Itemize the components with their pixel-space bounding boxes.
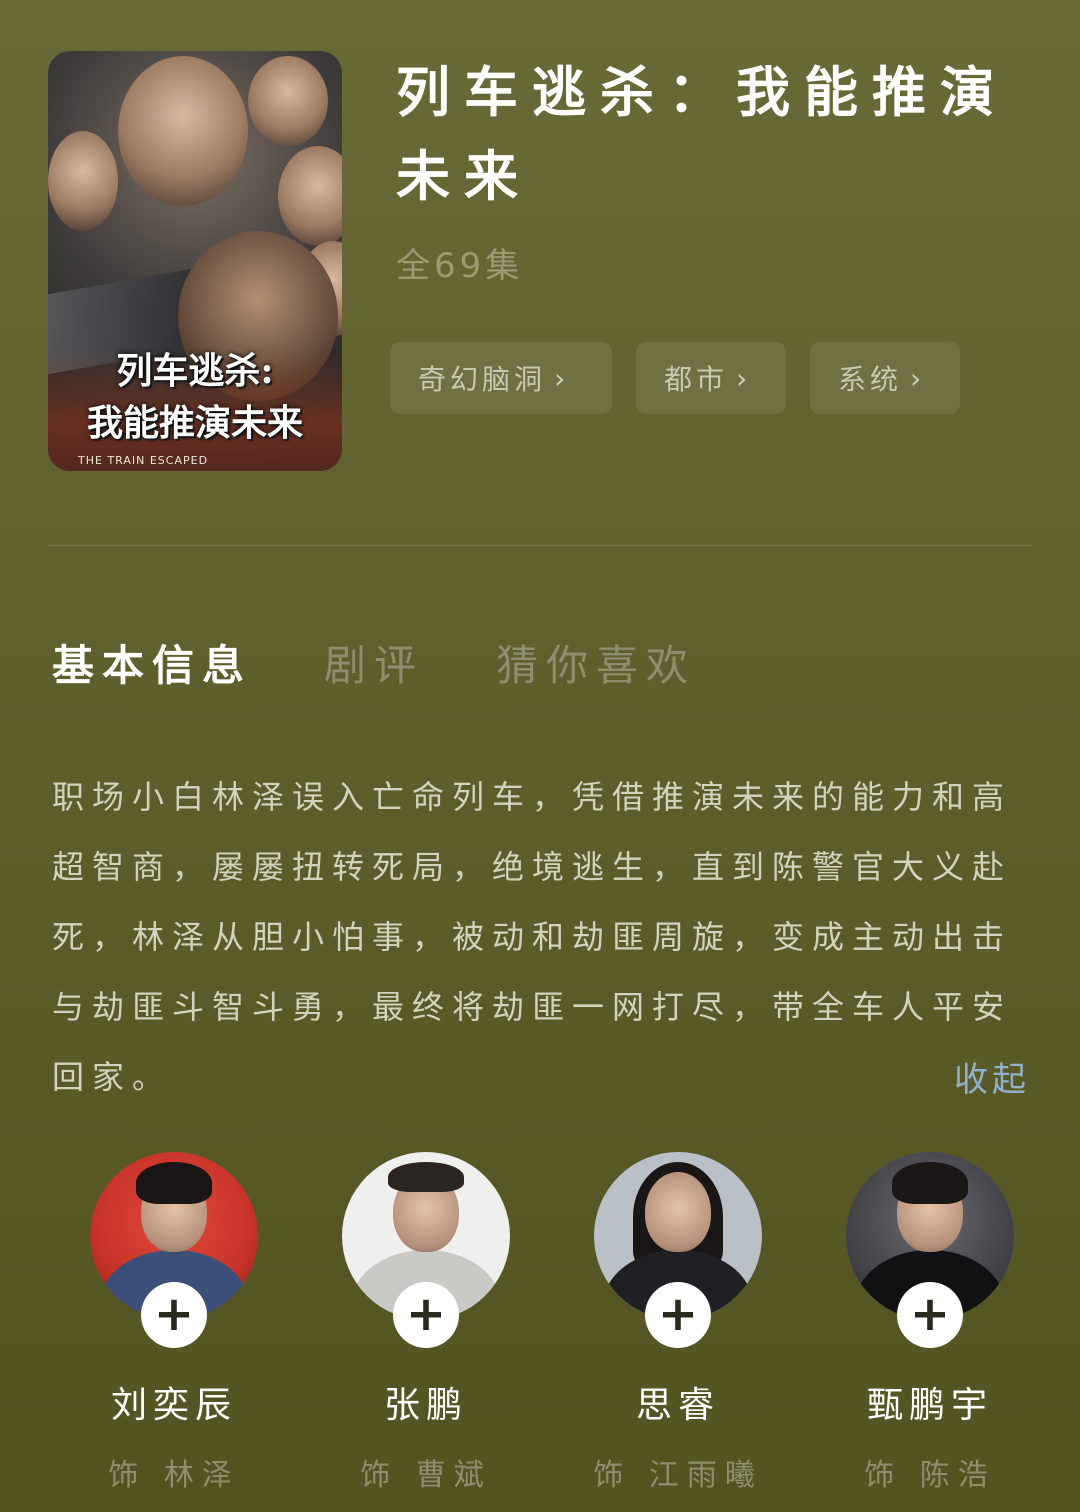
poster-image[interactable]: 列车逃杀: 我能推演未来 THE TRAIN ESCAPED	[48, 51, 342, 471]
avatar-head	[645, 1172, 711, 1252]
poster-figure	[48, 131, 118, 231]
plus-icon[interactable]: +	[897, 1282, 963, 1348]
poster-title-line2: 我能推演未来	[86, 402, 303, 444]
cast-name: 刘奕辰	[110, 1385, 237, 1426]
cast-role: 饰 江雨曦	[593, 1458, 763, 1493]
plus-icon[interactable]: +	[141, 1282, 207, 1348]
tag-list: 奇幻脑洞 › 都市 › 系统 ›	[390, 342, 960, 414]
poster-figure	[118, 56, 248, 206]
tab-reviews[interactable]: 剧评	[324, 632, 424, 693]
poster-figure	[248, 56, 328, 146]
tag-urban[interactable]: 都市 ›	[636, 342, 786, 414]
synopsis-text: 职场小白林泽误入亡命列车，凭借推演未来的能力和高超智商，屡屡扭转死局，绝境逃生，…	[52, 778, 1013, 1096]
collapse-button[interactable]: 收起	[954, 1052, 1030, 1101]
plus-icon[interactable]: +	[645, 1282, 711, 1348]
poster-title-line1: 列车逃杀:	[116, 350, 274, 392]
cast-name: 甄鹏宇	[866, 1385, 993, 1426]
drama-title: 列车逃杀：我能推演未来	[396, 60, 1008, 208]
cast-member[interactable]: + 张鹏 饰 曹斌	[300, 1152, 552, 1494]
tag-label: 奇幻脑洞	[418, 363, 547, 396]
cast-role: 饰 林泽	[108, 1458, 240, 1493]
plus-icon[interactable]: +	[393, 1282, 459, 1348]
tag-label: 都市	[664, 363, 729, 396]
avatar-hair	[136, 1162, 212, 1204]
cast-name: 张鹏	[383, 1385, 468, 1426]
tag-fantasy[interactable]: 奇幻脑洞 ›	[390, 342, 612, 414]
chevron-right-icon: ›	[554, 361, 570, 395]
tag-label: 系统	[838, 363, 903, 396]
cast-member[interactable]: + 甄鹏宇 饰 陈浩	[804, 1152, 1056, 1494]
cast-role: 饰 陈浩	[864, 1458, 996, 1493]
chevron-right-icon: ›	[736, 361, 752, 395]
tab-recommendations[interactable]: 猜你喜欢	[496, 632, 696, 693]
tab-basic-info[interactable]: 基本信息	[52, 632, 252, 693]
poster-title: 列车逃杀: 我能推演未来	[66, 345, 324, 449]
cast-role: 饰 曹斌	[360, 1458, 492, 1493]
chevron-right-icon: ›	[910, 361, 926, 395]
cast-list: + 刘奕辰 饰 林泽 + 张鹏 饰 曹斌 + 思睿 饰 江雨曦 + 甄鹏宇 饰 …	[0, 1152, 1080, 1494]
episode-count: 全69集	[396, 246, 524, 286]
avatar-hair	[388, 1162, 464, 1192]
tab-bar: 基本信息 剧评 猜你喜欢	[52, 632, 768, 693]
cast-member[interactable]: + 刘奕辰 饰 林泽	[48, 1152, 300, 1494]
cast-name: 思睿	[635, 1385, 720, 1426]
tag-system[interactable]: 系统 ›	[810, 342, 960, 414]
cast-member[interactable]: + 思睿 饰 江雨曦	[552, 1152, 804, 1494]
poster-figure	[278, 146, 342, 246]
avatar-hair	[892, 1162, 968, 1204]
poster-subtitle: THE TRAIN ESCAPED	[78, 454, 209, 467]
divider	[48, 545, 1032, 546]
